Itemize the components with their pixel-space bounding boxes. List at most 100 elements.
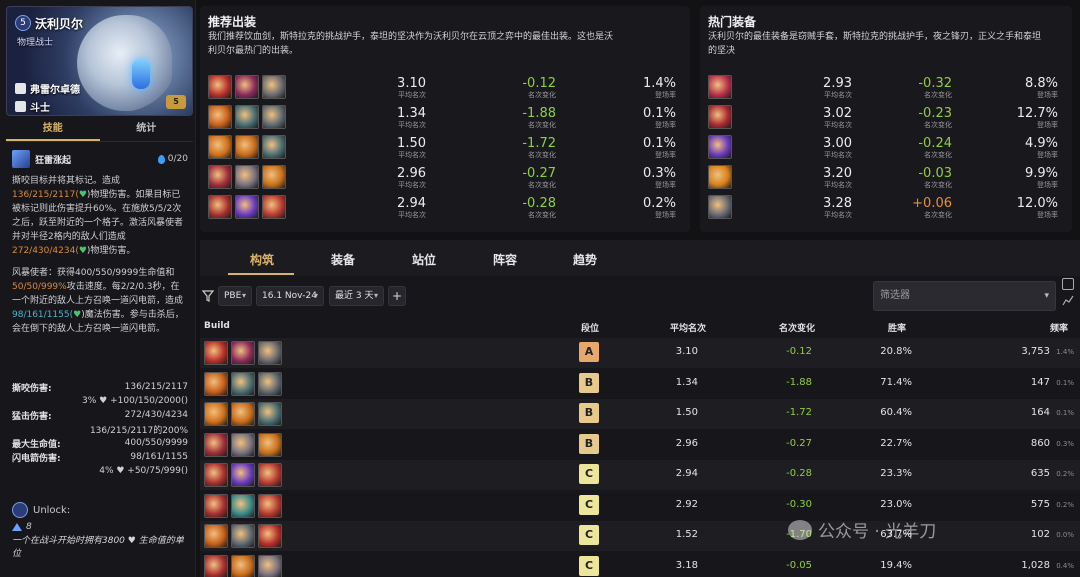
placement-change: -1.72 (522, 136, 556, 151)
hot-item-row[interactable]: 3.00 平均名次 -0.24 名次变化 4.9% 登场率 (708, 135, 1064, 161)
champion-portrait: 5 沃利贝尔 物理战士 弗雷尔卓德 斗士 5 (6, 6, 193, 116)
item-icon[interactable] (208, 135, 232, 159)
panel-title: 热门装备 (708, 15, 757, 29)
item-icon[interactable] (708, 165, 732, 189)
item-icon[interactable] (258, 402, 282, 426)
item-icon[interactable] (258, 493, 282, 518)
item-icon[interactable] (204, 371, 228, 396)
recommended-build-row[interactable]: 1.50 平均名次 -1.72 名次变化 0.1% 登场率 (208, 135, 682, 161)
item-icon[interactable] (258, 524, 282, 548)
item-icon[interactable] (235, 135, 259, 159)
item-icon[interactable] (262, 165, 286, 189)
item-icon[interactable] (258, 432, 282, 457)
chevron-down-icon: ▾ (241, 291, 246, 300)
period-select[interactable]: 最近 3 天 ▾ (329, 286, 384, 306)
item-icon[interactable] (235, 105, 259, 129)
item-icon[interactable] (204, 402, 228, 426)
table-row[interactable]: A 3.10 -0.12 20.8% 3,753 1.4% (200, 338, 1080, 368)
item-icon[interactable] (708, 105, 732, 129)
tab-trends[interactable]: 趋势 (573, 251, 597, 268)
recommended-build-row[interactable]: 1.34 平均名次 -1.88 名次变化 0.1% 登场率 (208, 105, 682, 131)
trait-bruiser[interactable]: 斗士 (15, 99, 50, 114)
table-row[interactable]: C 2.94 -0.28 23.3% 635 0.2% (200, 460, 1080, 490)
item-icon[interactable] (204, 341, 228, 365)
table-row[interactable]: C 2.92 -0.30 23.0% 575 0.2% (200, 491, 1080, 521)
header-winrate[interactable]: 胜率 (888, 321, 906, 334)
tab-comps[interactable]: 阵容 (493, 251, 517, 268)
server-select[interactable]: PBE ▾ (218, 286, 252, 306)
item-icon[interactable] (208, 195, 232, 219)
table-row[interactable]: C 3.18 -0.05 19.4% 1,028 0.4% (200, 552, 1080, 577)
trait-freljord[interactable]: 弗雷尔卓德 (15, 81, 80, 96)
item-icon[interactable] (262, 105, 286, 129)
header-tier[interactable]: 段位 (581, 321, 599, 334)
win-rate: 22.7% (880, 437, 912, 449)
item-icon[interactable] (258, 554, 282, 577)
tab-builds[interactable]: 构筑 (250, 251, 274, 268)
recommended-build-row[interactable]: 2.96 平均名次 -0.27 名次变化 0.3% 登场率 (208, 165, 682, 191)
item-icon[interactable] (262, 75, 286, 99)
table-row[interactable]: C 1.52 -1.70 63.7% 102 0.0% (200, 521, 1080, 551)
header-build[interactable]: Build (204, 321, 230, 331)
item-icon[interactable] (231, 371, 255, 396)
chart-view-icon[interactable] (1062, 294, 1074, 306)
item-icon[interactable] (208, 75, 232, 99)
item-icon[interactable] (204, 554, 228, 577)
item-icon[interactable] (231, 402, 255, 426)
funnel-icon[interactable] (202, 290, 214, 302)
champion-panel: 5 沃利贝尔 物理战士 弗雷尔卓德 斗士 5 技能 统计 狂雷涨起 0/20 撕… (0, 0, 196, 577)
header-avg[interactable]: 平均名次 (670, 321, 706, 334)
panel-description: 我们推荐饮血剑，斯特拉克的挑战护手，泰坦的坚决作为沃利贝尔在云顶之弈中的最佳出装… (208, 32, 614, 56)
table-row[interactable]: B 1.50 -1.72 60.4% 164 0.1% (200, 399, 1080, 429)
period-value: 最近 3 天 (335, 291, 374, 301)
table-row[interactable]: B 2.96 -0.27 22.7% 860 0.3% (200, 430, 1080, 460)
avg-placement: 3.00 (823, 136, 852, 151)
table-row[interactable]: B 1.34 -1.88 71.4% 147 0.1% (200, 369, 1080, 399)
item-icon[interactable] (258, 371, 282, 396)
item-icon[interactable] (708, 75, 732, 99)
item-icon[interactable] (208, 105, 232, 129)
tab-items[interactable]: 装备 (331, 251, 355, 268)
table-view-icon[interactable] (1062, 278, 1074, 290)
item-icon[interactable] (262, 135, 286, 159)
item-icon[interactable] (204, 524, 228, 548)
item-icon[interactable] (231, 554, 255, 577)
recommended-build-row[interactable]: 3.10 平均名次 -0.12 名次变化 1.4% 登场率 (208, 75, 682, 101)
hot-item-row[interactable]: 3.02 平均名次 -0.23 名次变化 12.7% 登场率 (708, 105, 1064, 131)
item-icon[interactable] (708, 135, 732, 159)
item-icon[interactable] (231, 432, 255, 457)
pick-rate-label: 登场率 (1037, 121, 1058, 129)
frequency: 0.2% (1056, 500, 1074, 509)
recommended-build-row[interactable]: 2.94 平均名次 -0.28 名次变化 0.2% 登场率 (208, 195, 682, 221)
stat-value: 136/215/2117的200% (89, 425, 188, 436)
add-filter-button[interactable]: + (388, 286, 406, 306)
hot-item-row[interactable]: 2.93 平均名次 -0.32 名次变化 8.8% 登场率 (708, 75, 1064, 101)
header-change[interactable]: 名次变化 (779, 321, 815, 334)
item-icon[interactable] (235, 195, 259, 219)
item-icon[interactable] (262, 195, 286, 219)
item-icon[interactable] (231, 493, 255, 518)
item-icon[interactable] (204, 463, 228, 487)
item-icon[interactable] (235, 75, 259, 99)
filter-input[interactable]: 筛选器 ▾ (873, 281, 1056, 311)
tab-positioning[interactable]: 站位 (412, 251, 436, 268)
item-icon[interactable] (258, 341, 282, 365)
health-icon: ♥ (73, 310, 82, 320)
item-icon[interactable] (204, 493, 228, 518)
text: 风暴使者：获得400/550/9999生命值和 (12, 268, 175, 278)
item-icon[interactable] (708, 195, 732, 219)
hot-item-row[interactable]: 3.28 平均名次 +0.06 名次变化 12.0% 登场率 (708, 195, 1064, 221)
item-icon[interactable] (235, 165, 259, 189)
tab-stats[interactable]: 统计 (100, 120, 194, 141)
item-icon[interactable] (208, 165, 232, 189)
item-icon[interactable] (204, 432, 228, 457)
item-icon[interactable] (231, 341, 255, 365)
item-icon[interactable] (231, 524, 255, 548)
game-count: 575 (1030, 498, 1050, 510)
header-frequency[interactable]: 频率 (1050, 321, 1068, 334)
patch-select[interactable]: 16.1 Nov-24 ▾ (256, 286, 324, 306)
hot-item-row[interactable]: 3.20 平均名次 -0.03 名次变化 9.9% 登场率 (708, 165, 1064, 191)
item-icon[interactable] (231, 463, 255, 487)
tab-skills[interactable]: 技能 (6, 120, 100, 141)
item-icon[interactable] (258, 463, 282, 487)
